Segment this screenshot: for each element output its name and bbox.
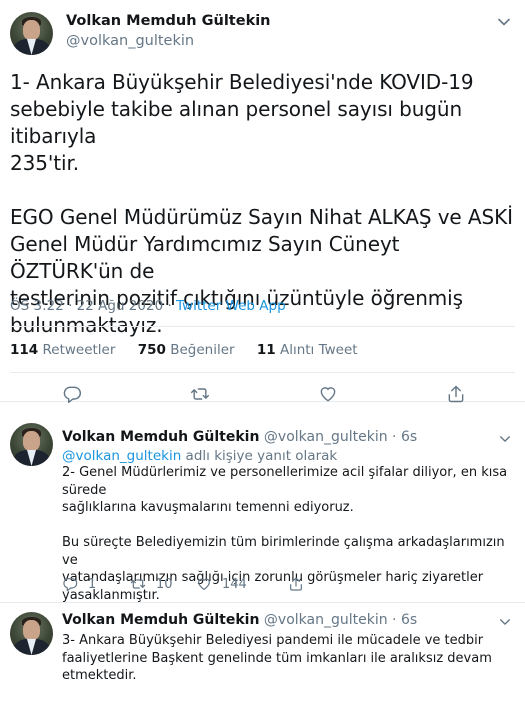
reply-time[interactable]: · 6s <box>392 612 417 628</box>
like-count: 144 <box>222 576 247 592</box>
author-handle[interactable]: @volkan_gultekin <box>66 33 194 49</box>
retweet-icon[interactable] <box>190 384 210 404</box>
tweet-source-link[interactable]: Twitter Web App <box>176 298 286 314</box>
reply-icon <box>63 578 78 592</box>
replying-to-handle[interactable]: @volkan_gultekin <box>62 448 181 464</box>
reply-header: Volkan Memduh Gültekin @volkan_gultekin … <box>62 612 417 628</box>
main-tweet: Volkan Memduh Gültekin @volkan_gultekin … <box>0 0 525 404</box>
avatar[interactable] <box>10 612 53 655</box>
reply-tweet[interactable]: Volkan Memduh Gültekin @volkan_gultekin … <box>0 604 525 704</box>
chevron-down-icon[interactable] <box>497 15 511 29</box>
retweet-button[interactable]: 10 <box>130 576 173 592</box>
retweet-count: 10 <box>156 576 173 592</box>
reply-time[interactable]: · 6s <box>392 429 417 445</box>
tweet-meta: ÖS 3:22 · 22 Ağu 2020 · Twitter Web App <box>10 298 286 314</box>
share-button[interactable] <box>288 576 314 592</box>
avatar[interactable] <box>10 12 53 55</box>
share-icon[interactable] <box>446 384 466 404</box>
reply-icon[interactable] <box>62 384 82 404</box>
reply-tweet[interactable]: Volkan Memduh Gültekin @volkan_gultekin … <box>0 403 525 603</box>
retweet-icon <box>130 579 146 589</box>
author-handle[interactable]: @volkan_gultekin <box>264 612 388 628</box>
author-name[interactable]: Volkan Memduh Gültekin <box>62 429 259 445</box>
chevron-down-icon[interactable] <box>499 433 511 445</box>
heart-icon <box>198 578 210 590</box>
divider <box>10 326 515 327</box>
likes-stat[interactable]: 750 Beğeniler <box>138 342 235 358</box>
quotes-stat[interactable]: 11 Alıntı Tweet <box>257 342 358 358</box>
chevron-down-icon[interactable] <box>499 616 511 628</box>
like-button[interactable]: 144 <box>196 576 247 592</box>
tweet-stats: 114 Retweetler 750 Beğeniler 11 Alıntı T… <box>10 342 376 358</box>
author-handle[interactable]: @volkan_gultekin <box>264 429 388 445</box>
author-name[interactable]: Volkan Memduh Gültekin <box>62 612 259 628</box>
reply-header: Volkan Memduh Gültekin @volkan_gultekin … <box>62 429 417 445</box>
author-name[interactable]: Volkan Memduh Gültekin <box>66 13 271 29</box>
retweets-stat[interactable]: 114 Retweetler <box>10 342 115 358</box>
divider <box>10 372 515 373</box>
share-icon <box>290 577 302 591</box>
reply-text: 3- Ankara Büyükşehir Belediyesi pandemi … <box>62 633 492 704</box>
reply-count: 1 <box>88 576 97 592</box>
reply-button[interactable]: 1 <box>62 576 96 592</box>
replying-to: @volkan_gultekin adlı kişiye yanıt olara… <box>62 448 338 464</box>
tweet-timestamp[interactable]: ÖS 3:22 · 22 Ağu 2020 · <box>10 298 176 314</box>
heart-icon[interactable] <box>318 384 338 404</box>
avatar[interactable] <box>10 423 53 466</box>
